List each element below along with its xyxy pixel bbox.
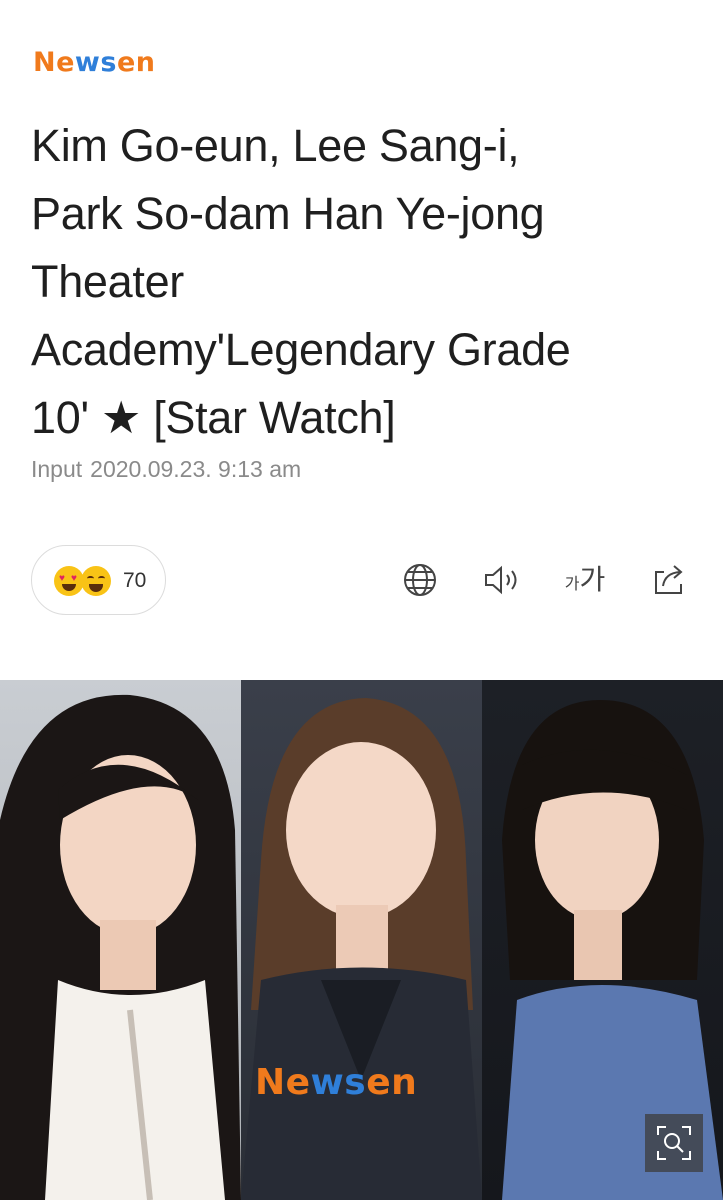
headline-line: Kim Go-eun, Lee Sang-i, [31, 120, 520, 171]
laughing-emoji-icon [81, 566, 111, 596]
watermark-part: en [366, 1062, 418, 1103]
font-big-label: 가 [579, 564, 606, 595]
font-size-button[interactable]: 가가 [560, 560, 610, 600]
font-small-label: 가 [564, 576, 580, 593]
watermark-part: Ne [255, 1062, 311, 1103]
photo-zoom-button[interactable] [645, 1114, 703, 1172]
headline-line: Park So-dam Han Ye-jong [31, 188, 545, 239]
share-button[interactable] [648, 560, 690, 600]
globe-icon [404, 564, 436, 596]
logo-part: Ne [33, 47, 75, 78]
article-headline: Kim Go-eun, Lee Sang-i, Park So-dam Han … [31, 112, 701, 452]
date-value: 2020.09.23. 9:13 am [90, 456, 302, 482]
speaker-icon [485, 565, 517, 595]
logo-part: ws [74, 47, 117, 78]
headline-line: Theater [31, 256, 184, 307]
publish-date: Input 2020.09.23. 9:13 am [31, 456, 301, 483]
translate-button[interactable] [400, 560, 440, 600]
zoom-icon [657, 1126, 691, 1160]
date-label: Input [31, 456, 83, 482]
article-photo[interactable]: Newsen [0, 680, 723, 1200]
read-aloud-button[interactable] [481, 560, 523, 600]
photo-watermark: Newsen [255, 1062, 417, 1103]
watermark-part: ws [310, 1062, 367, 1103]
photo-panel-left [0, 680, 241, 1200]
photo-panel-middle [241, 680, 482, 1200]
logo-part: en [116, 47, 156, 78]
share-icon [655, 565, 683, 594]
reaction-button[interactable]: ♥ ♥ 70 [31, 545, 166, 615]
heart-eyes-emoji-icon: ♥ ♥ [54, 566, 84, 596]
reaction-count: 70 [123, 569, 147, 592]
headline-line: Academy'Legendary Grade [31, 324, 571, 375]
newsen-logo[interactable]: Newsen [33, 49, 155, 76]
font-size-icon: 가가 [565, 566, 606, 594]
headline-line: 10' ★ [Star Watch] [31, 392, 396, 443]
